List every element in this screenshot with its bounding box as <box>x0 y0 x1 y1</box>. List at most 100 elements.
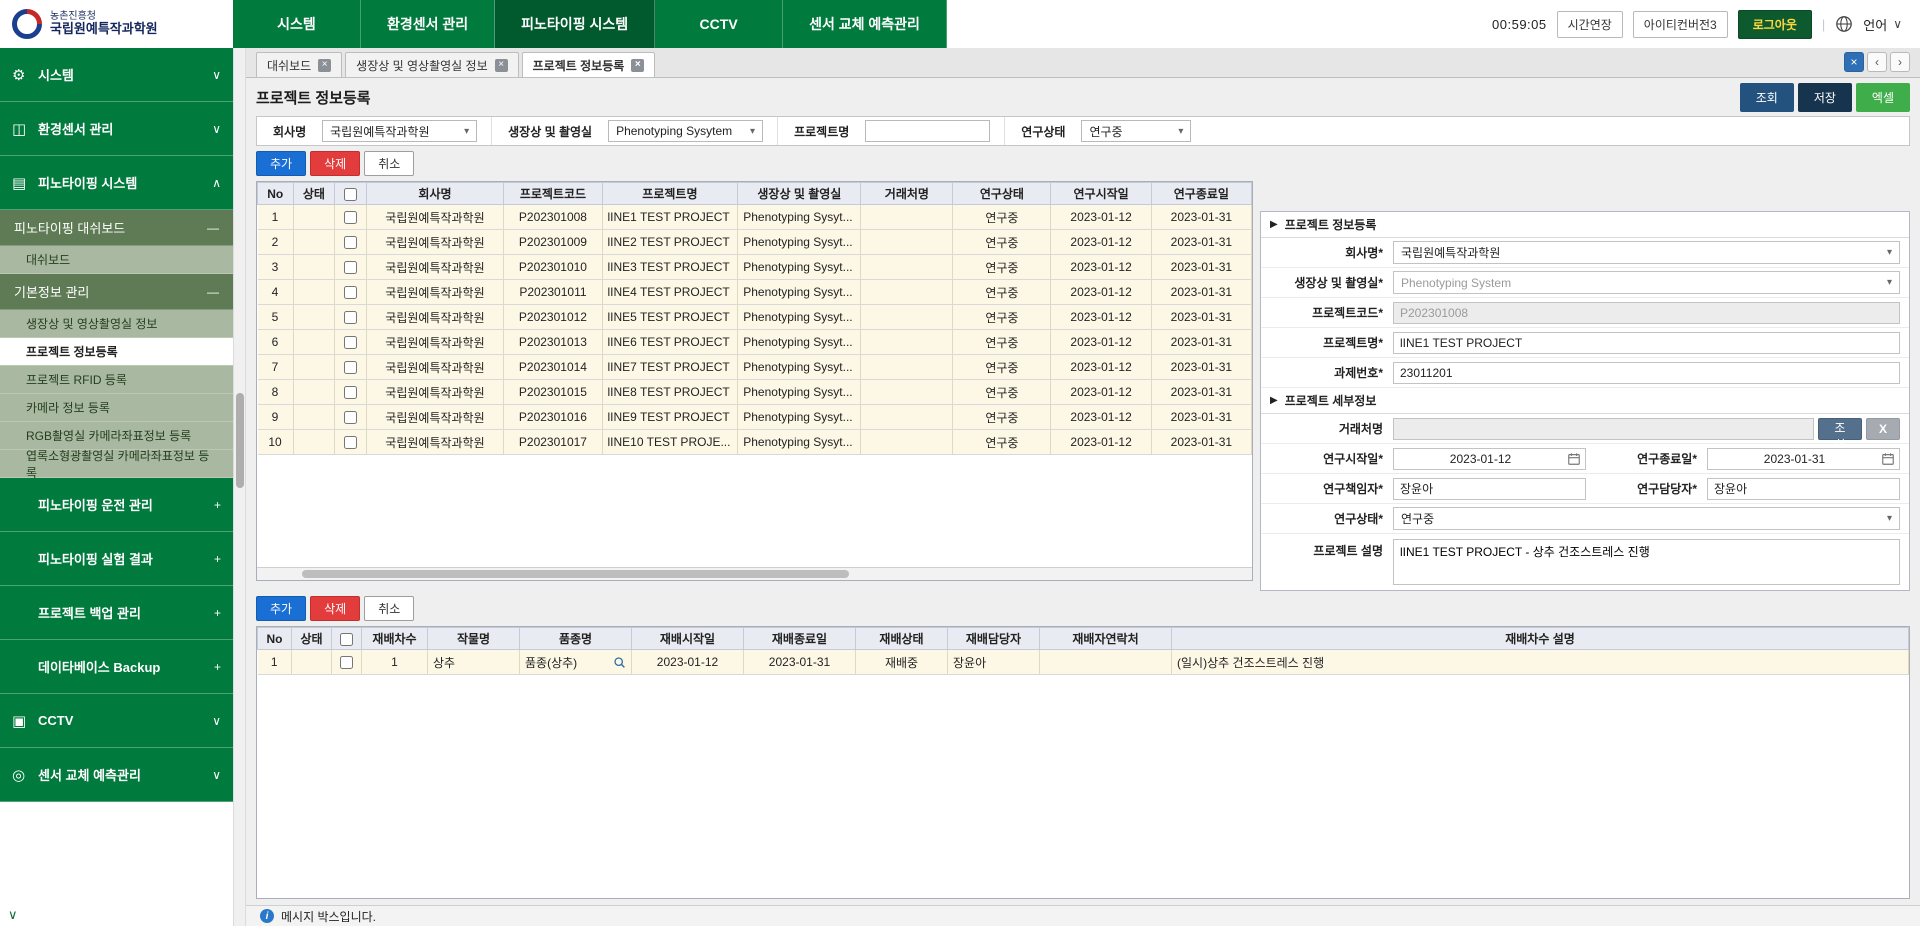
table-row[interactable]: 1 1 상추 품종(상추) <box>258 650 1909 675</box>
close-all-tabs-button[interactable]: × <box>1844 52 1864 72</box>
status-filter-select[interactable]: 연구중 ▾ <box>1081 120 1191 142</box>
client-clear-button[interactable]: X <box>1866 418 1900 440</box>
select-all-checkbox[interactable] <box>344 188 357 201</box>
table-row[interactable]: 5 국립원예특작과학원 P202301012 lINE5 TEST PROJEC… <box>258 305 1252 330</box>
cancel-button[interactable]: 취소 <box>364 151 414 176</box>
sidebar-item-operation-mgmt[interactable]: 피노타이핑 운전 관리 + <box>0 478 233 532</box>
cultivation-delete-button[interactable]: 삭제 <box>310 596 360 621</box>
row-checkbox[interactable] <box>344 261 357 274</box>
logo-institute: 국립원예특작과학원 <box>50 22 158 37</box>
pi-input[interactable] <box>1393 478 1586 500</box>
row-checkbox[interactable] <box>344 361 357 374</box>
col-crop-name: 작물명 <box>428 628 520 650</box>
row-checkbox[interactable] <box>340 656 353 669</box>
sidebar-item-system[interactable]: ⚙ 시스템 ∨ <box>0 48 233 102</box>
save-button[interactable]: 저장 <box>1798 83 1852 112</box>
extend-time-button[interactable]: 시간연장 <box>1557 11 1623 38</box>
sidebar-item-chlorophyll-camera-coord[interactable]: 엽록소형광촬영실 카메라좌표정보 등록 <box>0 450 233 478</box>
language-label[interactable]: 언어 <box>1863 15 1887 34</box>
description-textarea[interactable]: lINE1 TEST PROJECT - 상추 건조스트레스 진행 <box>1393 539 1900 585</box>
delete-row-button[interactable]: 삭제 <box>310 151 360 176</box>
room-select[interactable]: Phenotyping System ▾ <box>1393 271 1900 294</box>
company-filter-select[interactable]: 국립원예특작과학원 ▾ <box>322 120 477 142</box>
project-name-input[interactable] <box>865 120 990 142</box>
manager-input[interactable] <box>1707 478 1900 500</box>
table-row[interactable]: 4 국립원예특작과학원 P202301011 lINE4 TEST PROJEC… <box>258 280 1252 305</box>
table-row[interactable]: 3 국립원예특작과학원 P202301010 lINE3 TEST PROJEC… <box>258 255 1252 280</box>
col-status: 상태 <box>293 183 335 205</box>
task-number-input[interactable] <box>1393 362 1900 384</box>
sidebar-item-project-info[interactable]: 프로젝트 정보등록 <box>0 338 233 366</box>
sidebar-group-pheno-dashboard[interactable]: 피노타이핑 대쉬보드 — <box>0 210 233 246</box>
sidebar-scroll-more-icon[interactable]: ∨ <box>8 907 18 923</box>
chevron-up-icon: ∧ <box>212 176 221 190</box>
nav-item-phenotyping[interactable]: 피노타이핑 시스템 <box>495 0 655 48</box>
table-row[interactable]: 2 국립원예특작과학원 P202301009 lINE2 TEST PROJEC… <box>258 230 1252 255</box>
search-button[interactable]: 조회 <box>1740 83 1794 112</box>
select-all-checkbox[interactable] <box>340 633 353 646</box>
table-row[interactable]: 7 국립원예특작과학원 P202301014 lINE7 TEST PROJEC… <box>258 355 1252 380</box>
close-icon[interactable]: × <box>495 59 508 72</box>
close-icon[interactable]: × <box>318 59 331 72</box>
nav-item-sensor-replace[interactable]: 센서 교체 예측관리 <box>783 0 947 48</box>
nav-item-cctv[interactable]: CCTV <box>655 0 783 48</box>
sidebar-item-camera-info[interactable]: 카메라 정보 등록 <box>0 394 233 422</box>
table-row[interactable]: 10 국립원예특작과학원 P202301017 lINE10 TEST PROJ… <box>258 430 1252 455</box>
status-cell <box>293 230 335 255</box>
scrollbar-thumb[interactable] <box>236 393 244 488</box>
project-name-field[interactable] <box>1393 332 1900 354</box>
sidebar-item-experiment-result[interactable]: 피노타이핑 실험 결과 + <box>0 532 233 586</box>
sidebar-item-project-backup[interactable]: 프로젝트 백업 관리 + <box>0 586 233 640</box>
research-status-select[interactable]: 연구중 ▾ <box>1393 507 1900 530</box>
nav-item-env-sensor[interactable]: 환경센서 관리 <box>361 0 495 48</box>
tab-scroll-right-button[interactable]: › <box>1890 52 1910 72</box>
tab-scroll-left-button[interactable]: ‹ <box>1867 52 1887 72</box>
grid-horizontal-scrollbar[interactable] <box>257 567 1252 580</box>
row-checkbox[interactable] <box>344 386 357 399</box>
sidebar-item-cctv[interactable]: ▣ CCTV ∨ <box>0 694 233 748</box>
logout-button[interactable]: 로그아웃 <box>1738 10 1812 39</box>
sidebar-item-phenotyping[interactable]: ▤ 피노타이핑 시스템 ∧ <box>0 156 233 210</box>
tab-growth-room-info[interactable]: 생장상 및 영상촬영실 정보 × <box>345 52 518 77</box>
session-timer: 00:59:05 <box>1492 17 1547 32</box>
col-research-status: 연구상태 <box>953 183 1051 205</box>
table-row[interactable]: 6 국립원예특작과학원 P202301013 lINE6 TEST PROJEC… <box>258 330 1252 355</box>
tab-project-info[interactable]: 프로젝트 정보등록 × <box>522 52 656 77</box>
start-date-input[interactable] <box>1393 448 1586 470</box>
client-search-button[interactable]: 조회 <box>1818 418 1862 440</box>
end-date-input[interactable] <box>1707 448 1900 470</box>
company-select[interactable]: 국립원예특작과학원 ▾ <box>1393 241 1900 264</box>
row-checkbox[interactable] <box>344 311 357 324</box>
tab-dashboard[interactable]: 대쉬보드 × <box>256 52 342 77</box>
row-checkbox[interactable] <box>344 211 357 224</box>
cultivation-cancel-button[interactable]: 취소 <box>364 596 414 621</box>
row-checkbox[interactable] <box>344 236 357 249</box>
row-checkbox[interactable] <box>344 411 357 424</box>
sidebar-item-dashboard[interactable]: 대쉬보드 <box>0 246 233 274</box>
nav-item-system[interactable]: 시스템 <box>233 0 361 48</box>
phenotyping-icon: ▤ <box>12 174 34 192</box>
room-filter-select[interactable]: Phenotyping Sysytem ▾ <box>608 120 763 142</box>
table-row[interactable]: 9 국립원예특작과학원 P202301016 lINE9 TEST PROJEC… <box>258 405 1252 430</box>
account-button[interactable]: 아이티컨버전3 <box>1633 11 1728 38</box>
content-vertical-scrollbar[interactable] <box>233 48 246 926</box>
sidebar-item-database-backup[interactable]: 데이타베이스 Backup + <box>0 640 233 694</box>
sidebar-item-env-sensor[interactable]: ◫ 환경센서 관리 ∨ <box>0 102 233 156</box>
chevron-down-icon[interactable]: ∨ <box>1893 17 1902 31</box>
row-checkbox[interactable] <box>344 286 357 299</box>
sidebar-item-project-rfid[interactable]: 프로젝트 RFID 등록 <box>0 366 233 394</box>
row-checkbox[interactable] <box>344 436 357 449</box>
table-row[interactable]: 8 국립원예특작과학원 P202301015 lINE8 TEST PROJEC… <box>258 380 1252 405</box>
scrollbar-thumb[interactable] <box>302 570 849 578</box>
sidebar-group-basic-info[interactable]: 기본정보 관리 — <box>0 274 233 310</box>
row-checkbox[interactable] <box>344 336 357 349</box>
add-row-button[interactable]: 추가 <box>256 151 306 176</box>
sidebar-item-growth-room-info[interactable]: 생장상 및 영상촬영실 정보 <box>0 310 233 338</box>
cultivation-add-button[interactable]: 추가 <box>256 596 306 621</box>
globe-icon[interactable] <box>1835 15 1853 33</box>
sidebar-item-sensor-replace[interactable]: ◎ 센서 교체 예측관리 ∨ <box>0 748 233 802</box>
table-row[interactable]: 1 국립원예특작과학원 P202301008 lINE1 TEST PROJEC… <box>258 205 1252 230</box>
search-icon[interactable] <box>613 656 626 669</box>
close-icon[interactable]: × <box>631 59 644 72</box>
excel-button[interactable]: 엑셀 <box>1856 83 1910 112</box>
